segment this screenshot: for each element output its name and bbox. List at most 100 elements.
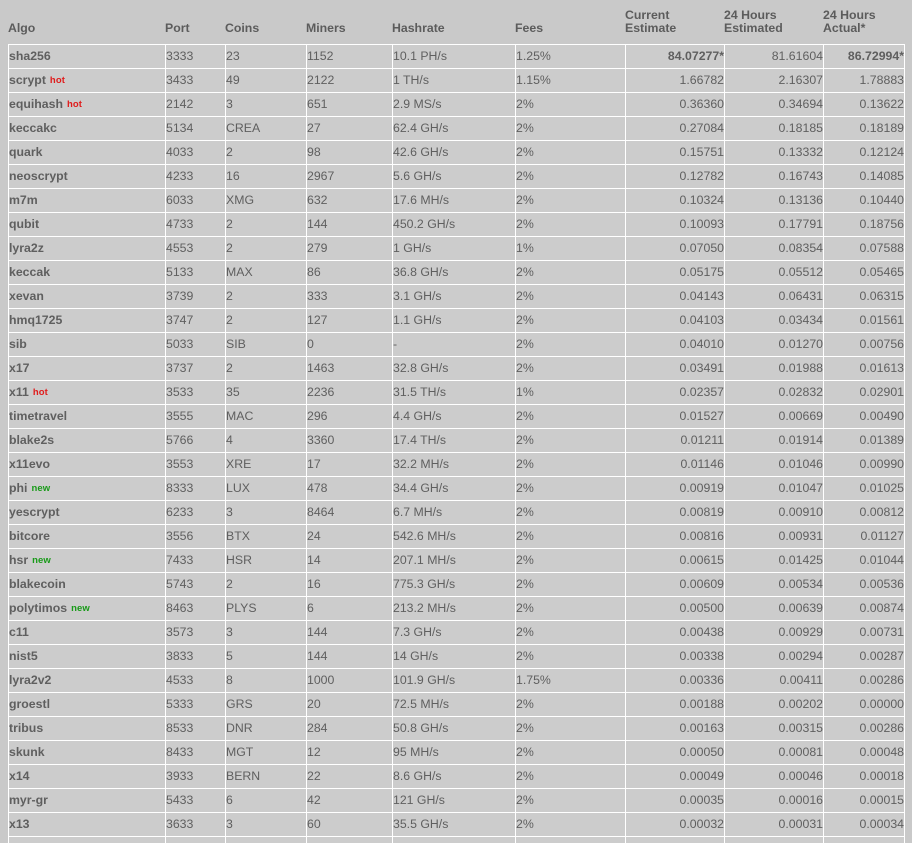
- cell-algo[interactable]: neoscrypt: [8, 164, 165, 188]
- cell-algo[interactable]: lyra2z: [8, 236, 165, 260]
- table-row[interactable]: tribus 8533 DNR 284 50.8 GH/s 2% 0.00163 0.0031…: [8, 716, 905, 740]
- table-row[interactable]: phi new 8333 LUX 478 34.4 GH/s 2% 0.00919 0.0104…: [8, 476, 905, 500]
- column-header-24-hours-actual[interactable]: 24 Hours Actual*: [823, 0, 905, 44]
- table-row[interactable]: x17 3737 2 1463 32.8 GH/s 2% 0.03491 0.01988 0.0…: [8, 356, 905, 380]
- column-header-algo[interactable]: Algo: [8, 0, 165, 44]
- table-row[interactable]: sha256 3333 23 1152 10.1 PH/s 1.25% 84.07277* 8…: [8, 44, 905, 68]
- cell-miners: 12: [306, 740, 392, 764]
- cell-algo[interactable]: hsr new: [8, 548, 165, 572]
- table-row[interactable]: qubit 4733 2 144 450.2 GH/s 2% 0.10093 0.17791 0…: [8, 212, 905, 236]
- cell-fees: 2%: [515, 596, 625, 620]
- cell-24-hours-actual: 0.18756: [823, 212, 905, 236]
- cell-algo[interactable]: blakecoin: [8, 572, 165, 596]
- algo-name: x11: [9, 385, 29, 399]
- algo-name: bitcore: [9, 529, 50, 543]
- algo-name: blake2s: [9, 433, 55, 447]
- cell-algo[interactable]: skein: [8, 836, 165, 843]
- table-row[interactable]: quark 4033 2 98 42.6 GH/s 2% 0.15751 0.13332 0.1…: [8, 140, 905, 164]
- cell-algo[interactable]: qubit: [8, 212, 165, 236]
- cell-algo[interactable]: sha256: [8, 44, 165, 68]
- cell-algo[interactable]: xevan: [8, 284, 165, 308]
- table-row[interactable]: c11 3573 3 144 7.3 GH/s 2% 0.00438 0.00929 0.007…: [8, 620, 905, 644]
- cell-algo[interactable]: myr-gr: [8, 788, 165, 812]
- table-row[interactable]: m7m 6033 XMG 632 17.6 MH/s 2% 0.10324 0.13136 0.…: [8, 188, 905, 212]
- table-row[interactable]: hmq1725 3747 2 127 1.1 GH/s 2% 0.04103 0.03434 0…: [8, 308, 905, 332]
- table-row[interactable]: skein49333106171.7 GH/s2%0.000290.000300…: [8, 836, 905, 843]
- column-header-24-hours-estimated[interactable]: 24 Hours Estimated: [724, 0, 823, 44]
- table-row[interactable]: neoscrypt 4233 16 2967 5.6 GH/s 2% 0.12782 0.16…: [8, 164, 905, 188]
- cell-algo[interactable]: scrypt hot: [8, 68, 165, 92]
- table-row[interactable]: xevan 3739 2 333 3.1 GH/s 2% 0.04143 0.06431 0.0…: [8, 284, 905, 308]
- cell-miners: 1463: [306, 356, 392, 380]
- cell-miners: 20: [306, 692, 392, 716]
- cell-24-hours-actual: 0.00874: [823, 596, 905, 620]
- badge-hot: hot: [49, 75, 65, 86]
- column-header-fees[interactable]: Fees: [515, 0, 625, 44]
- column-header-hashrate[interactable]: Hashrate: [392, 0, 515, 44]
- table-row[interactable]: lyra2v2 4533 8 1000 101.9 GH/s 1.75% 0.00336 0.…: [8, 668, 905, 692]
- cell-current-estimate: 0.01527: [625, 404, 724, 428]
- table-row[interactable]: x14 3933 BERN 22 8.6 GH/s 2% 0.00049 0.00046 0.0…: [8, 764, 905, 788]
- column-header-coins[interactable]: Coins: [225, 0, 306, 44]
- cell-algo[interactable]: x14: [8, 764, 165, 788]
- table-row[interactable]: bitcore 3556 BTX 24 542.6 MH/s 2% 0.00816 0.009…: [8, 524, 905, 548]
- cell-fees: 2%: [515, 644, 625, 668]
- cell-algo[interactable]: polytimos new: [8, 596, 165, 620]
- table-row[interactable]: equihash hot 2142 3 651 2.9 MS/s 2% 0.36360 0.34…: [8, 92, 905, 116]
- cell-current-estimate: 0.00050: [625, 740, 724, 764]
- cell-algo[interactable]: m7m: [8, 188, 165, 212]
- cell-algo[interactable]: nist5: [8, 644, 165, 668]
- table-row[interactable]: sib 5033 SIB 0-2% 0.04010 0.01270 0.00756: [8, 332, 905, 356]
- cell-24-hours-estimated: 0.02832: [724, 380, 823, 404]
- cell-algo[interactable]: timetravel: [8, 404, 165, 428]
- column-header-current-estimate[interactable]: Current Estimate: [625, 0, 724, 44]
- table-row[interactable]: timetravel 3555 MAC 296 4.4 GH/s 2% 0.01527 0.0…: [8, 404, 905, 428]
- cell-algo[interactable]: x11evo: [8, 452, 165, 476]
- cell-algo[interactable]: keccak: [8, 260, 165, 284]
- table-row[interactable]: hsr new 7433 HSR 14 207.1 MH/s 2% 0.00615 0.0142…: [8, 548, 905, 572]
- column-header-port[interactable]: Port: [165, 0, 225, 44]
- column-header-miners[interactable]: Miners: [306, 0, 392, 44]
- cell-port: 5033: [165, 332, 225, 356]
- cell-24-hours-actual: 0.07588: [823, 236, 905, 260]
- cell-algo[interactable]: lyra2v2: [8, 668, 165, 692]
- table-row[interactable]: polytimos new 8463 PLYS 6 213.2 MH/s 2% 0.00500…: [8, 596, 905, 620]
- cell-port: 5134: [165, 116, 225, 140]
- cell-coins: CREA: [225, 116, 306, 140]
- table-row[interactable]: keccakc 5134 CREA 27 62.4 GH/s 2% 0.27084 0.181…: [8, 116, 905, 140]
- cell-algo[interactable]: skunk: [8, 740, 165, 764]
- cell-port: 4533: [165, 668, 225, 692]
- cell-algo[interactable]: phi new: [8, 476, 165, 500]
- table-row[interactable]: scrypt hot 3433 49 2122 1 TH/s 1.15% 1.66782 2.1…: [8, 68, 905, 92]
- cell-algo[interactable]: sib: [8, 332, 165, 356]
- cell-coins: 5: [225, 644, 306, 668]
- cell-algo[interactable]: c11: [8, 620, 165, 644]
- cell-algo[interactable]: blake2s: [8, 428, 165, 452]
- cell-algo[interactable]: tribus: [8, 716, 165, 740]
- table-row[interactable]: blakecoin 5743 2 16 775.3 GH/s 2% 0.00609 0.005…: [8, 572, 905, 596]
- table-row[interactable]: groestl 5333 GRS 20 72.5 MH/s 2% 0.00188 0.0020…: [8, 692, 905, 716]
- cell-algo[interactable]: x11 hot: [8, 380, 165, 404]
- table-row[interactable]: skunk 8433 MGT 12 95 MH/s 2% 0.00050 0.00081 0.0…: [8, 740, 905, 764]
- cell-algo[interactable]: keccakc: [8, 116, 165, 140]
- cell-hashrate: 50.8 GH/s: [392, 716, 515, 740]
- table-row[interactable]: x11evo 3553 XRE 17 32.2 MH/s 2% 0.01146 0.01046…: [8, 452, 905, 476]
- table-row[interactable]: nist5 3833 5 144 14 GH/s 2% 0.00338 0.00294 0.00…: [8, 644, 905, 668]
- cell-24-hours-actual: 0.00287: [823, 644, 905, 668]
- table-row[interactable]: x11 hot 3533 35 2236 31.5 TH/s 1% 0.02357 0.0283…: [8, 380, 905, 404]
- table-row[interactable]: x13 3633 3 60 35.5 GH/s 2% 0.00032 0.00031 0.000…: [8, 812, 905, 836]
- table-row[interactable]: yescrypt 6233 3 8464 6.7 MH/s 2% 0.00819 0.0091…: [8, 500, 905, 524]
- cell-algo[interactable]: x17: [8, 356, 165, 380]
- cell-algo[interactable]: bitcore: [8, 524, 165, 548]
- table-row[interactable]: myr-gr 5433 6 42 121 GH/s 2% 0.00035 0.00016 0.0…: [8, 788, 905, 812]
- cell-algo[interactable]: groestl: [8, 692, 165, 716]
- cell-algo[interactable]: hmq1725: [8, 308, 165, 332]
- cell-algo[interactable]: equihash hot: [8, 92, 165, 116]
- table-row[interactable]: blake2s 5766 4 3360 17.4 TH/s 2% 0.01211 0.0191…: [8, 428, 905, 452]
- cell-algo[interactable]: yescrypt: [8, 500, 165, 524]
- cell-algo[interactable]: x13: [8, 812, 165, 836]
- table-row[interactable]: lyra2z 4553 2 279 1 GH/s 1% 0.07050 0.08354 0.07…: [8, 236, 905, 260]
- table-row[interactable]: keccak 5133 MAX 86 36.8 GH/s 2% 0.05175 0.05512…: [8, 260, 905, 284]
- cell-current-estimate: 0.00029: [625, 836, 724, 843]
- cell-algo[interactable]: quark: [8, 140, 165, 164]
